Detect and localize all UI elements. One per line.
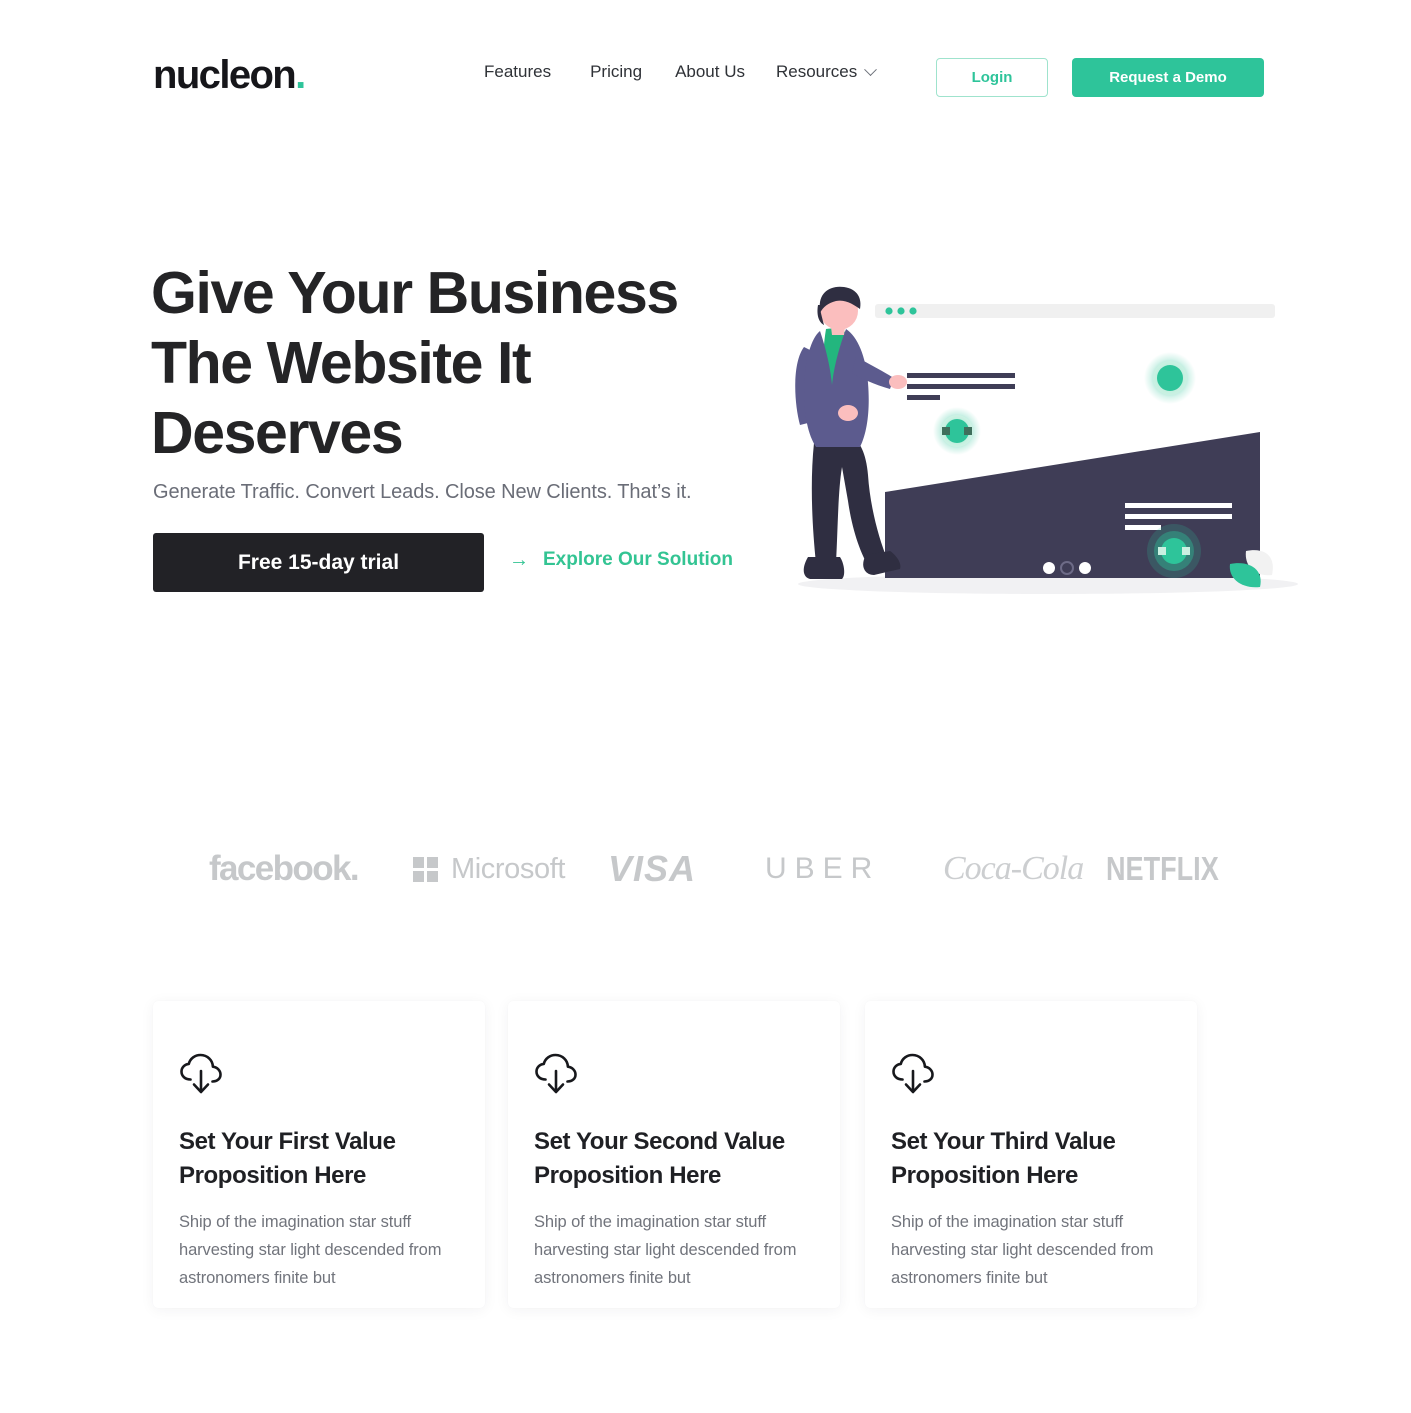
free-trial-button[interactable]: Free 15-day trial <box>153 533 484 592</box>
nav-item-label: Resources <box>776 62 858 81</box>
panel-line <box>1125 525 1161 530</box>
logo-label: Microsoft <box>451 852 566 885</box>
browser-dot <box>885 307 893 315</box>
explore-solution-link[interactable]: → Explore Our Solution <box>509 549 733 571</box>
login-button[interactable]: Login <box>936 58 1048 97</box>
logo-facebook: facebook. <box>209 838 360 900</box>
nav-item-label: About Us <box>675 62 745 81</box>
green-node-icon <box>933 407 981 455</box>
browser-top-bar <box>875 304 1275 318</box>
feature-card-title: Set Your Third Value Proposition Here <box>891 1128 1116 1189</box>
chevron-down-icon <box>864 62 878 76</box>
hero-title: Give Your Business The Website It Deserv… <box>151 260 679 466</box>
feature-card-title: Set Your First Value Proposition Here <box>179 1128 396 1189</box>
logo-uber: UBER <box>765 852 881 885</box>
customer-logos: facebook. Microsoft VISA UBER Coca-Cola … <box>153 838 1263 900</box>
content-line <box>907 373 1015 378</box>
hero-subtitle: Generate Traffic. Convert Leads. Close N… <box>153 481 692 503</box>
green-node-icon <box>1144 352 1196 404</box>
nav-item-label: Pricing <box>590 62 643 81</box>
feature-card[interactable]: Set Your First Value Proposition Here Sh… <box>153 1001 485 1308</box>
cloud-download-icon <box>891 1053 935 1095</box>
nav-item-features[interactable]: Features <box>484 62 590 82</box>
logo-netflix: NETFLIX <box>1106 850 1219 887</box>
content-line <box>907 384 1015 389</box>
cloud-download-icon <box>534 1053 578 1095</box>
feature-card-description: Ship of the imagination star stuff harve… <box>179 1213 442 1287</box>
content-line <box>907 395 940 400</box>
feature-card-description: Ship of the imagination star stuff harve… <box>891 1213 1154 1287</box>
carousel-dot <box>1079 562 1091 574</box>
brand-logo[interactable]: nucleon. <box>153 53 306 97</box>
brand-logo-dot: . <box>295 53 306 97</box>
feature-card[interactable]: Set Your Second Value Proposition Here S… <box>508 1001 840 1308</box>
cloud-download-icon <box>179 1053 223 1095</box>
logo-visa: VISA <box>608 848 697 889</box>
feature-card-title: Set Your Second Value Proposition Here <box>534 1128 785 1189</box>
arrow-right-icon: → <box>509 549 529 571</box>
feature-cards: Set Your First Value Proposition Here Sh… <box>153 1001 1259 1308</box>
panel-line <box>1125 503 1232 508</box>
facebook-dot-icon: . <box>349 849 360 888</box>
feature-card[interactable]: Set Your Third Value Proposition Here Sh… <box>865 1001 1197 1308</box>
browser-dot <box>897 307 905 315</box>
nav-item-label: Features <box>484 62 552 81</box>
browser-dot <box>909 307 917 315</box>
hero-illustration <box>790 285 1315 605</box>
panel-line <box>1125 514 1232 519</box>
green-node-icon <box>1147 524 1201 578</box>
explore-solution-label: Explore Our Solution <box>543 549 734 570</box>
carousel-dot <box>1043 562 1055 574</box>
main-navigation: Features Pricing About Us Resources <box>484 62 911 82</box>
logo-coca-cola: Coca-Cola <box>943 850 1084 887</box>
site-header: nucleon. Features Pricing About Us Resou… <box>0 0 1411 150</box>
brand-logo-text: nucleon <box>153 53 297 97</box>
logo-microsoft: Microsoft <box>413 838 565 900</box>
feature-card-description: Ship of the imagination star stuff harve… <box>534 1213 797 1287</box>
landing-page: nucleon. Features Pricing About Us Resou… <box>0 0 1411 1413</box>
logo-label: facebook <box>209 849 351 888</box>
nav-item-resources[interactable]: Resources <box>776 62 911 82</box>
microsoft-grid-icon <box>413 856 438 882</box>
nav-item-pricing[interactable]: Pricing <box>590 62 675 82</box>
nav-item-about-us[interactable]: About Us <box>675 62 776 82</box>
request-demo-button[interactable]: Request a Demo <box>1072 58 1264 97</box>
